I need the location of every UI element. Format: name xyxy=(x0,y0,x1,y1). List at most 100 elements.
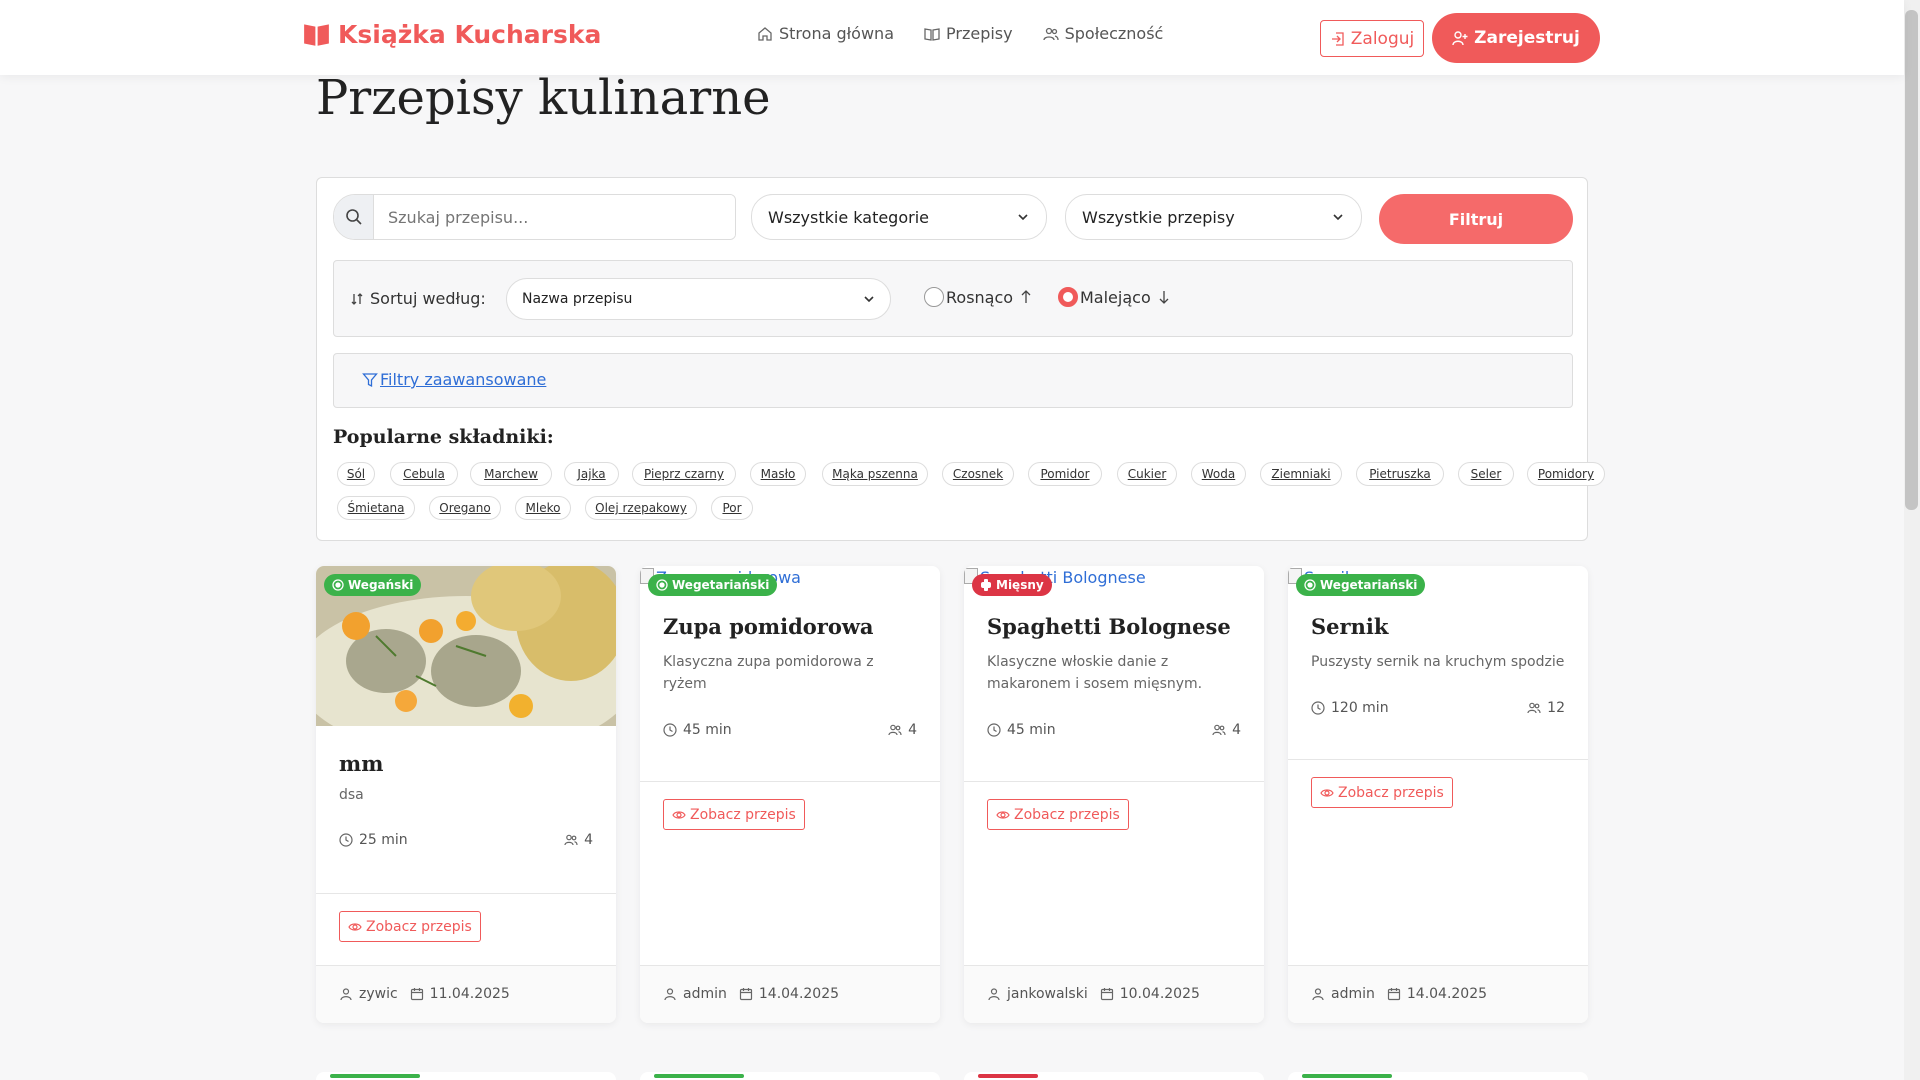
calendar-icon xyxy=(1100,988,1113,1001)
ingredient-chip[interactable]: Marchew xyxy=(470,462,552,486)
recipe-description: Klasyczna zupa pomidorowa z ryżem xyxy=(663,654,874,692)
clock-icon xyxy=(663,723,677,737)
ingredient-chip[interactable]: Jajka xyxy=(564,462,619,486)
time-value: 45 min xyxy=(1007,722,1056,738)
view-recipe-button[interactable]: Zobacz przepis xyxy=(987,799,1129,830)
recipe-description: Klasyczne włoskie danie z makaronem i so… xyxy=(987,654,1203,692)
eye-icon xyxy=(672,810,686,819)
view-recipe-button[interactable]: Zobacz przepis xyxy=(339,911,481,942)
card-footer: zywic 11.04.2025 xyxy=(316,965,616,1023)
recipe-card[interactable]: Zupa pomidorowa Wegetariański Zupa pomid… xyxy=(640,566,940,1023)
brand-logo[interactable]: Książka Kucharska xyxy=(303,20,601,49)
date-value: 10.04.2025 xyxy=(1119,986,1200,1002)
servings-value: 4 xyxy=(908,722,917,738)
search-input[interactable] xyxy=(374,195,735,239)
view-label: Zobacz przepis xyxy=(366,918,472,935)
author-name: admin xyxy=(1331,986,1375,1002)
radio-circle-checked[interactable] xyxy=(1058,287,1078,307)
sort-value: Nazwa przepisu xyxy=(522,291,633,307)
diet-badge: Wegetariański xyxy=(648,574,778,596)
user-icon xyxy=(988,988,1000,1001)
radio-circle[interactable] xyxy=(924,287,944,307)
author-name: jankowalski xyxy=(1007,986,1088,1002)
date-value: 11.04.2025 xyxy=(429,986,510,1002)
recipe-title: Sernik xyxy=(1311,614,1389,639)
ingredient-chip[interactable]: Mleko xyxy=(515,496,571,520)
page-title: Przepisy kulinarne xyxy=(316,70,771,126)
recipe-type-select[interactable]: Wszystkie przepisy xyxy=(1065,194,1362,240)
view-recipe-button[interactable]: Zobacz przepis xyxy=(1311,777,1453,808)
ingredient-chip[interactable]: Mąka pszenna xyxy=(822,462,928,486)
recipe-type-value: Wszystkie przepisy xyxy=(1082,207,1235,227)
sort-select[interactable]: Nazwa przepisu xyxy=(506,278,891,320)
search-icon xyxy=(345,209,362,225)
clock-icon xyxy=(1311,701,1325,715)
sort-asc-radio[interactable]: Rosnąco xyxy=(924,287,1033,307)
ingredient-chip[interactable]: Czosnek xyxy=(942,462,1014,486)
card-footer: admin 14.04.2025 xyxy=(640,965,940,1023)
ingredient-chip[interactable]: Olej rzepakowy xyxy=(585,496,697,520)
recipe-card[interactable]: Wegański mm dsa 25 min 4 Zobacz przepis … xyxy=(316,566,616,1023)
date: 11.04.2025 xyxy=(410,986,510,1002)
recipe-card-partial[interactable] xyxy=(1288,1072,1588,1080)
ingredient-chip[interactable]: Cukier xyxy=(1117,462,1177,486)
view-recipe-button[interactable]: Zobacz przepis xyxy=(663,799,805,830)
ingredient-chip[interactable]: Pieprz czarny xyxy=(632,462,736,486)
nav-item-community[interactable]: Społeczność xyxy=(1042,24,1163,43)
advanced-filters-link[interactable]: Filtry zaawansowane xyxy=(362,370,546,389)
time-value: 45 min xyxy=(683,722,732,738)
recipe-card[interactable]: Spaghetti Bolognese Mięsny Spaghetti Bol… xyxy=(964,566,1264,1023)
ingredient-chip[interactable]: Masło xyxy=(750,462,806,486)
sort-label-text: Sortuj według: xyxy=(370,289,486,308)
servings: 4 xyxy=(564,832,593,848)
ingredient-chip[interactable]: Woda xyxy=(1191,462,1246,486)
recipe-description: Puszysty sernik na kruchym spodzie xyxy=(1311,654,1565,670)
nav-item-home[interactable]: Strona główna xyxy=(757,24,894,43)
asc-label: Rosnąco xyxy=(946,287,1014,307)
recipe-card[interactable]: Sernik Wegetariański Sernik Puszysty ser… xyxy=(1288,566,1588,1023)
search-icon-box xyxy=(334,195,374,239)
prep-time: 45 min xyxy=(987,722,1056,738)
filter-panel: Wszystkie kategorie Wszystkie przepisy F… xyxy=(316,177,1605,541)
ingredient-chip[interactable]: Cebula xyxy=(390,462,458,486)
user-icon xyxy=(664,988,676,1001)
sort-desc-radio[interactable]: Malejąco xyxy=(1058,287,1171,307)
chevron-down-icon xyxy=(1018,214,1028,221)
ingredient-chip[interactable]: Pomidor xyxy=(1028,462,1102,486)
recipe-card-partial[interactable] xyxy=(640,1072,940,1080)
nav-item-recipes[interactable]: Przepisy xyxy=(924,24,1013,43)
badge-stripe xyxy=(654,1074,744,1078)
register-button[interactable]: Zarejestruj xyxy=(1432,13,1600,63)
ingredient-chip[interactable]: Ziemniaki xyxy=(1260,462,1342,486)
time-value: 120 min xyxy=(1331,700,1389,716)
servings-value: 4 xyxy=(1232,722,1241,738)
scrollbar-thumb[interactable] xyxy=(1905,10,1918,510)
category-select[interactable]: Wszystkie kategorie xyxy=(751,194,1047,240)
diet-badge: Wegetariański xyxy=(1296,574,1426,596)
nav-item-label: Przepisy xyxy=(946,24,1013,43)
ingredient-chip[interactable]: Sól xyxy=(337,462,375,486)
brand-name: Książka Kucharska xyxy=(338,20,602,49)
badge-stripe xyxy=(978,1074,1038,1078)
servings-value: 12 xyxy=(1547,700,1565,716)
ingredient-chip[interactable]: Seler xyxy=(1458,462,1514,486)
arrow-down-icon xyxy=(1159,291,1169,304)
ingredient-chip[interactable]: Pietruszka xyxy=(1356,462,1444,486)
desc-label: Malejąco xyxy=(1080,287,1151,307)
date: 14.04.2025 xyxy=(1387,986,1487,1002)
ingredient-chip[interactable]: Por xyxy=(711,496,753,520)
badge-label: Wegański xyxy=(348,578,414,592)
recipe-card-partial[interactable] xyxy=(316,1072,616,1080)
chevron-down-icon xyxy=(864,296,874,303)
card-footer: admin 14.04.2025 xyxy=(1288,965,1588,1023)
ingredient-chip[interactable]: Pomidory xyxy=(1527,462,1605,486)
ingredient-chip[interactable]: Śmietana xyxy=(337,496,415,520)
prep-time: 45 min xyxy=(663,722,732,738)
filter-button[interactable]: Filtruj xyxy=(1379,194,1573,244)
recipe-card-partial[interactable] xyxy=(964,1072,1264,1080)
author: admin xyxy=(663,986,727,1002)
login-button[interactable]: Zaloguj xyxy=(1320,20,1424,57)
sort-label: Sortuj według: xyxy=(350,289,486,308)
ingredient-chip[interactable]: Oregano xyxy=(429,496,501,520)
eye-icon xyxy=(1320,788,1334,797)
